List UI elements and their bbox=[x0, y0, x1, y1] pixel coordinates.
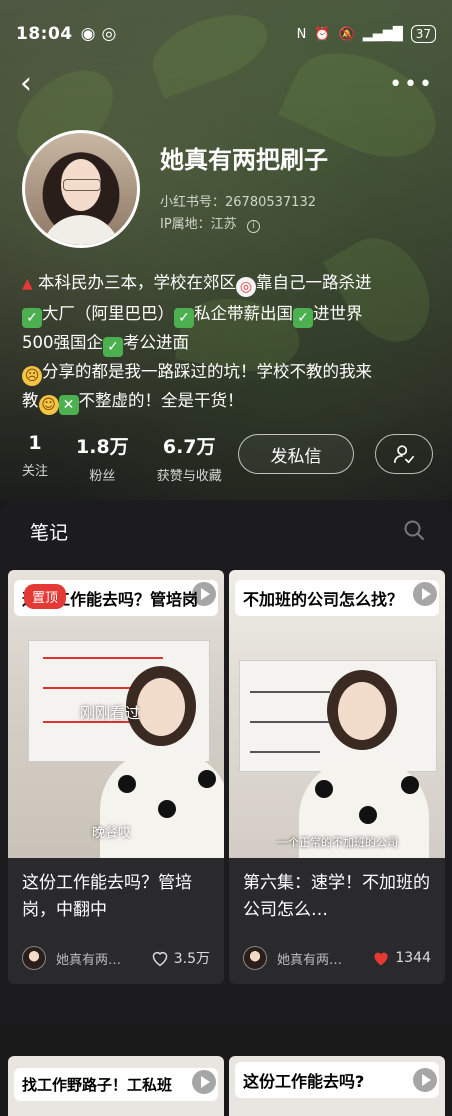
bio-text: 分享的都是我一路踩过的坑！学校不教的我来 bbox=[42, 362, 372, 381]
pinned-badge: 置顶 bbox=[24, 584, 67, 609]
note-card[interactable]: 不加班的公司怎么找？ 一个正常的不加班的公司 第六集：速学！不加班的公司怎么… … bbox=[229, 570, 445, 984]
mute-icon: 🔕 bbox=[338, 26, 355, 42]
header-shade bbox=[0, 0, 452, 500]
tab-notes[interactable]: 笔记 bbox=[30, 518, 68, 545]
stat-number: 1.8万 bbox=[76, 436, 129, 458]
note-footer: 她真有两… 1344 bbox=[229, 936, 445, 984]
dress-dot bbox=[118, 775, 136, 793]
subtitle-text: 晚餐哎 bbox=[92, 826, 132, 841]
author-avatar[interactable] bbox=[22, 946, 46, 970]
author-avatar[interactable] bbox=[243, 946, 267, 970]
note-caption: 第六集：速学！不加班的公司怎么… bbox=[243, 873, 430, 920]
stat-followers[interactable]: 1.8万 粉丝 bbox=[76, 432, 129, 484]
profile-bio: ▲ 本科民办三本，学校在郊区 ◎ 靠自己一路杀进 ✓ 大厂（阿里巴巴） ✓ 私企带薪出国 ✓… bbox=[22, 268, 432, 415]
cover-title: 找工作野路子！工私班 bbox=[14, 1068, 218, 1101]
stat-following[interactable]: 1 关注 bbox=[22, 432, 48, 484]
red-triangle-icon: ▲ bbox=[22, 276, 33, 292]
avatar-glasses bbox=[63, 179, 101, 191]
stat-label: 获赞与收藏 bbox=[156, 469, 222, 484]
note-card[interactable]: 这份工作能去吗? bbox=[229, 1056, 445, 1116]
like-count-text: 3.5万 bbox=[173, 951, 210, 967]
note-cover: 不加班的公司怎么找？ 一个正常的不加班的公司 bbox=[229, 570, 445, 858]
notes-section: 笔记 这份工作能去吗？管培岗 置顶 刚刚看过 晚餐哎 这份工作能去吗？管培岗，中… bbox=[0, 500, 452, 1116]
signal-icon: ▂▄▆█ bbox=[362, 26, 403, 42]
profile-id: 小红书号：26780537132 bbox=[160, 195, 316, 210]
bio-text: 进世界 bbox=[313, 304, 363, 323]
video-play-icon bbox=[192, 582, 216, 606]
heart-outline-icon bbox=[152, 951, 168, 967]
heart-filled-icon bbox=[374, 952, 388, 966]
subtitle-text: 一个正常的不加班的公司 bbox=[277, 836, 398, 849]
note-caption: 这份工作能去吗？管培岗，中翻中 bbox=[22, 873, 192, 920]
dress-dot bbox=[401, 776, 419, 794]
person-face bbox=[137, 678, 185, 736]
user-check-icon bbox=[394, 445, 414, 464]
profile-header-background bbox=[0, 0, 452, 500]
bio-text: 大厂（阿里巴巴） bbox=[42, 304, 174, 323]
note-card[interactable]: 找工作野路子！工私班 bbox=[8, 1056, 224, 1116]
penguin-icon: ◉ bbox=[80, 24, 96, 44]
info-icon[interactable]: i bbox=[246, 220, 260, 233]
video-play-icon bbox=[413, 582, 437, 606]
status-time: 18:04 bbox=[16, 24, 73, 44]
target-icon: ◎ bbox=[236, 277, 257, 297]
bio-text: 私企带薪出国 bbox=[194, 304, 293, 323]
avatar[interactable] bbox=[22, 130, 140, 248]
dress-dot bbox=[359, 806, 377, 824]
stat-number: 6.7万 bbox=[162, 436, 216, 458]
like-count[interactable]: 1344 bbox=[371, 949, 431, 967]
like-count-text: 1344 bbox=[395, 950, 431, 966]
cross-mark-icon: ✕ bbox=[58, 395, 79, 415]
author-name[interactable]: 她真有两… bbox=[277, 949, 371, 968]
video-play-icon bbox=[192, 1070, 216, 1094]
bio-text: 教 bbox=[22, 391, 39, 410]
back-arrow-icon[interactable]: ‹ bbox=[20, 69, 48, 100]
profile-name: 她真有两把刷子 bbox=[160, 146, 328, 174]
note-footer: 她真有两… 3.5万 bbox=[8, 936, 224, 984]
bio-text: 考公进面 bbox=[123, 333, 189, 352]
dress-dot bbox=[198, 770, 216, 788]
crying-face-icon: ☹ bbox=[22, 366, 42, 386]
battery-icon: 37 bbox=[410, 25, 436, 43]
avatar-body bbox=[41, 215, 121, 245]
bio-text: 不整虚的！全是干货！ bbox=[78, 391, 244, 410]
video-play-icon bbox=[413, 1068, 437, 1092]
status-notification-icons: ◉ ◎ bbox=[81, 24, 117, 44]
note-cover: 这份工作能去吗？管培岗 置顶 刚刚看过 晚餐哎 bbox=[8, 570, 224, 858]
check-icon: ✓ bbox=[103, 337, 123, 357]
stat-label: 粉丝 bbox=[89, 469, 116, 484]
stat-likes-and-saves[interactable]: 6.7万 获赞与收藏 bbox=[157, 432, 222, 484]
cover-title: 这份工作能去吗? bbox=[235, 1062, 439, 1098]
dress-dot bbox=[158, 800, 176, 818]
alarm-icon: ⏰ bbox=[314, 26, 331, 42]
check-icon: ✓ bbox=[293, 308, 313, 328]
send-message-button[interactable]: 发私信 bbox=[238, 434, 354, 474]
bio-text: 本科民办三本，学校在郊区 bbox=[38, 273, 237, 292]
note-card[interactable]: 这份工作能去吗？管培岗 置顶 刚刚看过 晚餐哎 这份工作能去吗？管培岗，中翻中 … bbox=[8, 570, 224, 984]
ip-text: IP属地：江苏 bbox=[160, 217, 237, 232]
stat-number: 1 bbox=[28, 432, 42, 454]
bio-text: 靠自己一路杀进 bbox=[256, 273, 372, 292]
status-right-icons: N ⏰ 🔕 ▂▄▆█ 37 bbox=[297, 25, 436, 43]
check-icon: ✓ bbox=[174, 308, 194, 328]
status-bar: 18:04 ◉ ◎ N ⏰ 🔕 ▂▄▆█ 37 bbox=[16, 20, 436, 48]
check-icon: ✓ bbox=[22, 308, 42, 328]
nfc-icon: N bbox=[296, 26, 307, 42]
eye-icon: ◎ bbox=[101, 24, 117, 44]
cover-title: 不加班的公司怎么找？ bbox=[235, 580, 439, 616]
dress-dot bbox=[315, 780, 333, 798]
profile-ip-location: IP属地：江苏 i bbox=[160, 213, 260, 233]
like-count[interactable]: 3.5万 bbox=[150, 948, 210, 968]
stat-label: 关注 bbox=[22, 464, 49, 479]
more-options-icon[interactable]: ••• bbox=[389, 72, 434, 97]
bio-text: 500强国企 bbox=[22, 333, 103, 352]
follow-button[interactable] bbox=[375, 434, 433, 474]
author-name[interactable]: 她真有两… bbox=[56, 949, 150, 968]
search-icon[interactable] bbox=[402, 518, 426, 542]
person-face bbox=[338, 682, 386, 740]
cheeky-face-icon: ☺ bbox=[38, 395, 59, 415]
recently-viewed-label: 刚刚看过 bbox=[80, 704, 141, 722]
profile-stats: 1 关注 1.8万 粉丝 6.7万 获赞与收藏 bbox=[22, 432, 250, 484]
